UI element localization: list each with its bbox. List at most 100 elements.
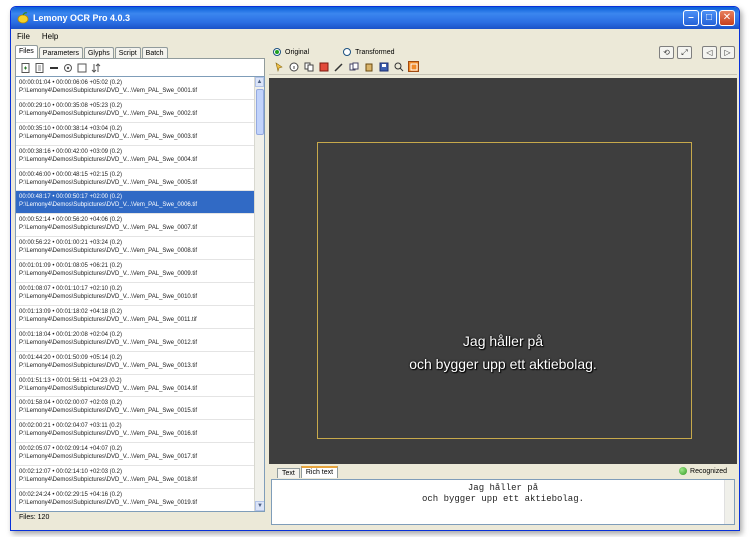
file-list-item[interactable]: 00:02:00:21 • 00:02:04:07 +03:11 (0.2) P:… <box>16 420 255 444</box>
close-button[interactable]: ✕ <box>719 10 735 26</box>
file-item-path: P:\Lemony4\Demos\Subpictures\DVD_V...\Ve… <box>19 179 198 186</box>
file-list-item[interactable]: 00:01:01:09 • 00:01:08:05 +06:21 (0.2) P:… <box>16 260 255 284</box>
image-preview[interactable]: Jag håller på och bygger upp ett aktiebo… <box>269 78 737 464</box>
file-list-item[interactable]: 00:01:44:20 • 00:01:50:09 +05:14 (0.2) P:… <box>16 352 255 375</box>
file-item-path: P:\Lemony4\Demos\Subpictures\DVD_V...\Ve… <box>19 362 198 369</box>
open-folder-icon[interactable] <box>34 62 45 73</box>
menu-help[interactable]: Help <box>42 32 58 41</box>
file-list-item[interactable]: 00:01:13:09 • 00:01:18:02 +04:18 (0.2) P:… <box>16 306 255 329</box>
info-icon[interactable] <box>288 61 299 72</box>
file-list-item[interactable]: 00:00:48:17 • 00:00:50:17 +02:00 (0.2) P:… <box>16 191 255 215</box>
file-list-item[interactable]: 00:00:29:10 • 00:00:35:08 +05:23 (0.2) P:… <box>16 100 255 123</box>
file-item-timecode: 00:00:35:10 • 00:00:38:14 +03:04 (0.2) <box>19 125 123 132</box>
file-item-timecode: 00:02:00:21 • 00:02:04:07 +03:11 (0.2) <box>19 423 122 430</box>
window-title: Lemony OCR Pro 4.0.3 <box>33 13 131 23</box>
zoom-icon[interactable]: ⤢ <box>677 46 692 59</box>
files-toolbar <box>15 58 265 76</box>
recognized-text-editor[interactable]: Jag håller på och bygger upp ett aktiebo… <box>271 479 735 525</box>
file-list-item[interactable]: 00:00:38:16 • 00:00:42:00 +03:09 (0.2) P:… <box>16 146 255 169</box>
scroll-down-icon[interactable]: ▼ <box>255 501 264 511</box>
file-item-timecode: 00:01:51:13 • 00:01:56:11 +04:23 (0.2) <box>19 377 122 384</box>
file-item-timecode: 00:02:24:24 • 00:02:29:15 +04:16 (0.2) <box>19 492 123 499</box>
pen-icon[interactable] <box>333 61 344 72</box>
file-item-path: P:\Lemony4\Demos\Subpictures\DVD_V...\Ve… <box>19 431 198 438</box>
sort-icon[interactable] <box>90 62 101 73</box>
file-item-timecode: 00:00:48:17 • 00:00:50:17 +02:00 (0.2) <box>19 194 123 201</box>
remove-icon[interactable] <box>48 62 59 73</box>
file-item-path: P:\Lemony4\Demos\Subpictures\DVD_V...\Ve… <box>19 408 198 415</box>
file-list-item[interactable]: 00:01:51:13 • 00:01:56:11 +04:23 (0.2) P:… <box>16 375 255 398</box>
view-mode-bar: Original Transformed ⟲ ⤢ ◁ ▷ <box>269 45 737 59</box>
file-item-timecode: 00:01:44:20 • 00:01:50:09 +05:14 (0.2) <box>19 354 123 361</box>
file-item-path: P:\Lemony4\Demos\Subpictures\DVD_V...\Ve… <box>19 477 198 484</box>
recognized-text-line-1: Jag håller på <box>467 483 539 493</box>
maximize-button[interactable]: □ <box>701 10 717 26</box>
pointer-icon[interactable] <box>273 61 284 72</box>
status-bar: Files: 120 <box>15 512 265 524</box>
tab-glyphs[interactable]: Glyphs <box>83 47 114 58</box>
paste-icon[interactable] <box>363 61 374 72</box>
file-item-path: P:\Lemony4\Demos\Subpictures\DVD_V...\Ve… <box>19 294 198 301</box>
file-list-item[interactable]: 00:00:46:00 • 00:00:48:15 +02:15 (0.2) P:… <box>16 169 255 192</box>
copy-icon[interactable] <box>303 61 314 72</box>
file-item-path: P:\Lemony4\Demos\Subpictures\DVD_V...\Ve… <box>19 110 198 117</box>
scroll-thumb[interactable] <box>256 89 264 135</box>
file-list-item[interactable]: 00:00:35:10 • 00:00:38:14 +03:04 (0.2) P:… <box>16 123 255 146</box>
settings-icon[interactable] <box>62 62 73 73</box>
file-list[interactable]: 00:00:01:04 • 00:00:06:06 +05:02 (0.2) P:… <box>15 76 265 512</box>
file-item-path: P:\Lemony4\Demos\Subpictures\DVD_V...\Ve… <box>19 88 198 94</box>
select-icon[interactable] <box>76 62 87 73</box>
tab-text[interactable]: Text <box>277 468 300 478</box>
original-radio[interactable] <box>273 48 281 56</box>
search-icon[interactable] <box>393 61 404 72</box>
title-bar[interactable]: Lemony OCR Pro 4.0.3 – □ ✕ <box>11 7 739 29</box>
original-label[interactable]: Original <box>285 49 309 56</box>
file-list-scrollbar[interactable]: ▲ ▼ <box>254 77 264 511</box>
transformed-radio[interactable] <box>343 48 352 56</box>
file-item-timecode: 00:00:01:04 • 00:00:06:06 +05:02 (0.2) <box>19 80 123 86</box>
file-item-timecode: 00:00:38:16 • 00:00:42:00 +03:09 (0.2) <box>19 148 123 155</box>
tab-rich-text[interactable]: Rich text <box>300 466 339 478</box>
file-item-path: P:\Lemony4\Demos\Subpictures\DVD_V...\Ve… <box>19 500 198 507</box>
file-list-item[interactable]: 00:02:24:24 • 00:02:29:15 +04:16 (0.2) P:… <box>16 489 255 511</box>
subtitle-frame <box>317 142 692 439</box>
file-list-item[interactable]: 00:00:01:04 • 00:00:06:06 +05:02 (0.2) P:… <box>16 77 255 100</box>
transformed-label[interactable]: Transformed <box>355 49 394 56</box>
tab-parameters[interactable]: Parameters <box>38 47 83 58</box>
minimize-button[interactable]: – <box>683 10 699 26</box>
crop-icon[interactable] <box>318 61 329 72</box>
text-scrollbar[interactable] <box>724 480 734 524</box>
tab-script[interactable]: Script <box>114 47 141 58</box>
right-panel: Original Transformed ⟲ ⤢ ◁ ▷ Jag håller … <box>269 45 737 527</box>
file-list-item[interactable]: 00:02:05:07 • 00:02:09:14 +04:07 (0.2) P:… <box>16 443 255 467</box>
text-tabs: Text Rich text Recognized <box>269 466 737 478</box>
file-list-item[interactable]: 00:01:58:04 • 00:02:00:07 +02:03 (0.2) P:… <box>16 397 255 421</box>
highlight-icon[interactable] <box>408 61 419 72</box>
menu-bar: File Help <box>11 29 739 43</box>
add-file-icon[interactable] <box>20 62 31 73</box>
file-item-path: P:\Lemony4\Demos\Subpictures\DVD_V...\Ve… <box>19 339 198 346</box>
copy-all-icon[interactable] <box>348 61 359 72</box>
rotate-left-icon[interactable]: ⟲ <box>659 46 674 59</box>
file-list-item[interactable]: 00:01:08:07 • 00:01:10:17 +02:10 (0.2) P:… <box>16 283 255 306</box>
file-item-timecode: 00:01:18:04 • 00:01:20:08 +02:04 (0.2) <box>19 331 123 338</box>
file-item-path: P:\Lemony4\Demos\Subpictures\DVD_V...\Ve… <box>19 316 197 323</box>
file-list-item[interactable]: 00:01:18:04 • 00:01:20:08 +02:04 (0.2) P:… <box>16 329 255 352</box>
file-list-item[interactable]: 00:00:52:14 • 00:00:56:20 +04:06 (0.2) P:… <box>16 214 255 238</box>
tab-batch[interactable]: Batch <box>141 47 168 58</box>
file-item-path: P:\Lemony4\Demos\Subpictures\DVD_V...\Ve… <box>19 454 198 461</box>
file-item-path: P:\Lemony4\Demos\Subpictures\DVD_V...\Ve… <box>19 202 198 209</box>
file-list-item[interactable]: 00:00:56:22 • 00:01:00:21 +03:24 (0.2) P:… <box>16 237 255 261</box>
prev-icon[interactable]: ◁ <box>702 46 717 59</box>
tab-files[interactable]: Files <box>15 45 38 58</box>
file-item-timecode: 00:00:46:00 • 00:00:48:15 +02:15 (0.2) <box>19 171 123 178</box>
file-item-timecode: 00:01:58:04 • 00:02:00:07 +02:03 (0.2) <box>19 400 123 407</box>
next-icon[interactable]: ▷ <box>720 46 735 59</box>
save-icon[interactable] <box>378 61 389 72</box>
file-list-item[interactable]: 00:02:12:07 • 00:02:14:10 +02:03 (0.2) P:… <box>16 466 255 490</box>
left-panel: Files Parameters Glyphs Script Batch 00:… <box>15 45 265 527</box>
preview-subtitle-line-1: Jag håller på <box>462 333 544 349</box>
menu-file[interactable]: File <box>17 32 30 41</box>
scroll-up-icon[interactable]: ▲ <box>255 77 264 87</box>
file-item-timecode: 00:02:05:07 • 00:02:09:14 +04:07 (0.2) <box>19 446 123 453</box>
